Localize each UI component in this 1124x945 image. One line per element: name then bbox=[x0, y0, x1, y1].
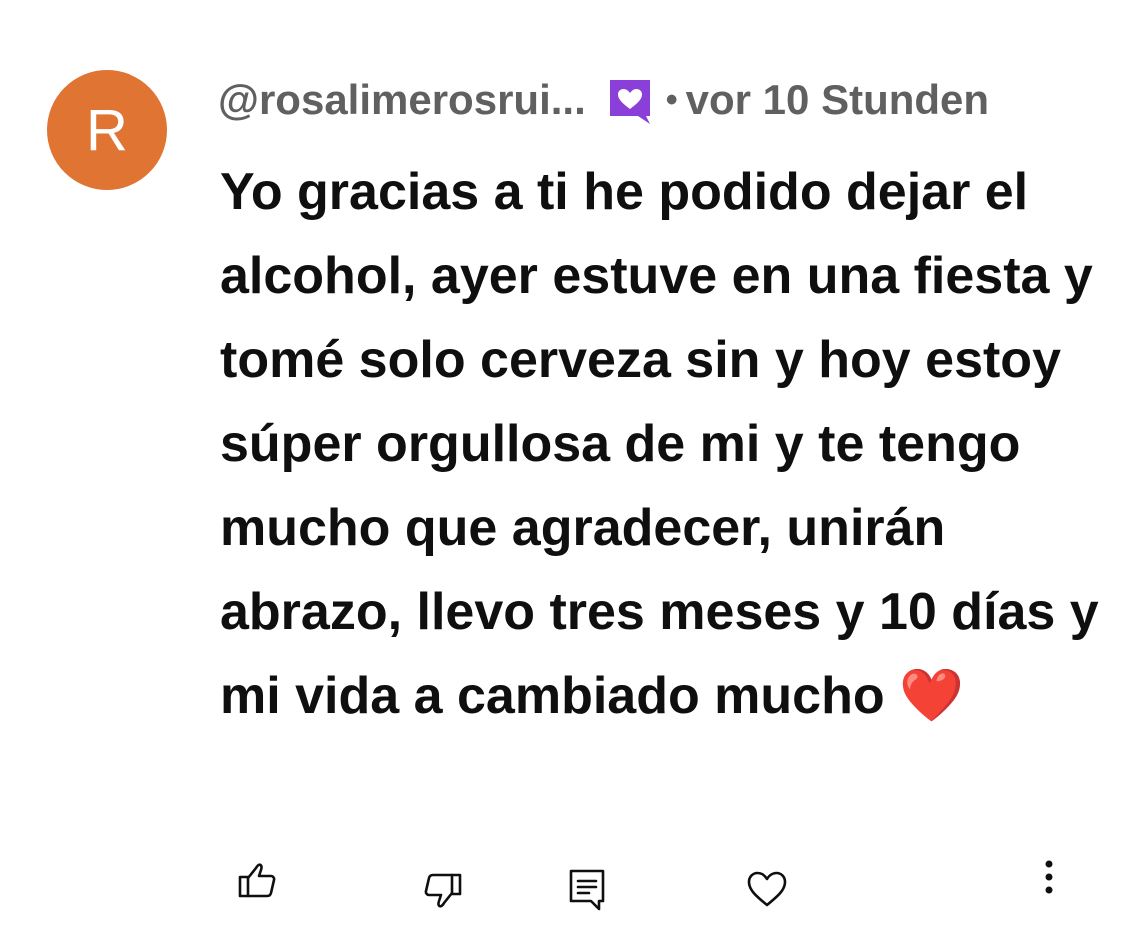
more-options-button[interactable] bbox=[1024, 852, 1074, 902]
author-avatar[interactable]: R bbox=[47, 70, 167, 190]
member-badge-heart-icon bbox=[606, 76, 654, 128]
comment-header: @rosalimerosrui... • vor 10 Stunden bbox=[218, 70, 1098, 130]
thumbs-down-icon bbox=[423, 871, 463, 911]
comment-text: Yo gracias a ti he podido dejar el alcoh… bbox=[220, 150, 1100, 738]
heart-emoji: ❤️ bbox=[899, 667, 964, 725]
reply-button[interactable] bbox=[562, 864, 612, 916]
thumbs-up-icon bbox=[237, 860, 277, 900]
like-button[interactable] bbox=[232, 855, 282, 905]
meta-separator: • bbox=[665, 80, 678, 119]
dislike-button[interactable] bbox=[418, 866, 468, 916]
heart-icon bbox=[746, 869, 788, 909]
reply-comment-icon bbox=[567, 867, 607, 913]
heart-button[interactable] bbox=[742, 864, 792, 914]
comment-body: Yo gracias a ti he podido dejar el alcoh… bbox=[220, 163, 1099, 725]
comment-timestamp: vor 10 Stunden bbox=[685, 76, 990, 123]
more-vertical-icon bbox=[1043, 857, 1055, 897]
avatar-letter: R bbox=[86, 97, 128, 163]
author-handle[interactable]: @rosalimerosrui... bbox=[218, 76, 586, 124]
